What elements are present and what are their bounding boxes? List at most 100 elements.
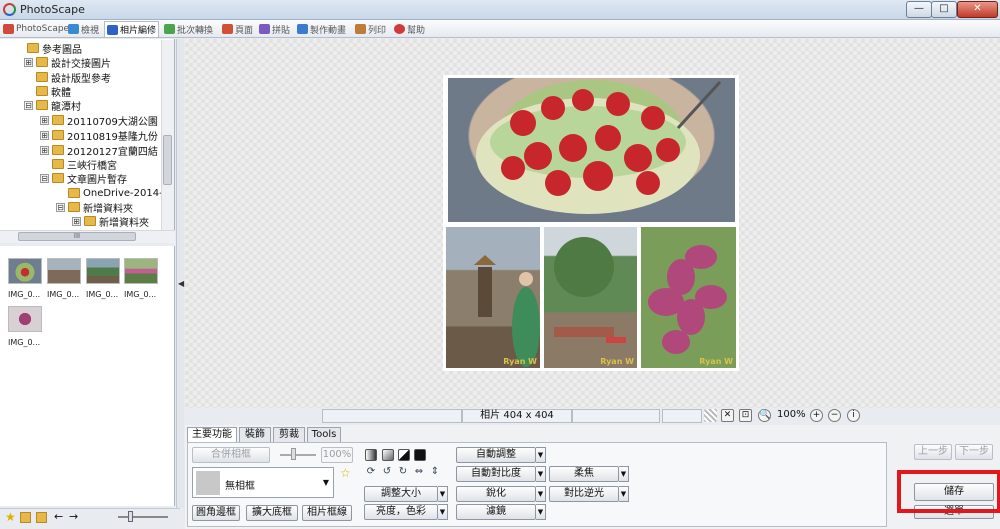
thumbnail-image[interactable] <box>86 258 120 284</box>
contrast-icon[interactable] <box>398 449 410 461</box>
maximize-button[interactable]: □ <box>931 1 957 18</box>
sharpen-dropdown[interactable]: ▼ <box>536 486 546 502</box>
tab-decoration[interactable]: 裝飾 <box>239 427 271 443</box>
tree-item[interactable]: 設計版型參考 <box>36 70 111 85</box>
forward-arrow-icon[interactable]: → <box>69 511 80 522</box>
tab-help[interactable]: 幫助 <box>392 21 427 37</box>
collapse-icon[interactable]: ⊟ <box>56 202 65 212</box>
enlarge-frame-button[interactable]: 擴大底框 <box>246 505 298 521</box>
flip-vertical-icon[interactable]: ⇕ <box>429 466 441 478</box>
panel-splitter[interactable]: ◀ <box>176 39 184 508</box>
tab-viewer[interactable]: 檢視 <box>66 21 101 37</box>
expand-icon[interactable]: ⊞ <box>40 115 49 125</box>
redo-button[interactable]: 下一步 <box>955 444 993 460</box>
rotate-icon[interactable]: ⟳ <box>365 466 377 478</box>
frame-select[interactable]: 無相框 ▼ <box>192 467 334 498</box>
folder-icon <box>36 86 48 96</box>
frame-percent-field[interactable]: 100% <box>321 447 353 463</box>
expand-icon[interactable]: ⊞ <box>40 145 49 155</box>
tree-item[interactable]: ⊟ 文章圖片暫存 <box>40 171 127 186</box>
tree-item[interactable]: ⊞ 20110819基隆九份 <box>40 128 158 143</box>
rotate-left-icon[interactable]: ↺ <box>381 466 393 478</box>
tab-combine[interactable]: 拼貼 <box>257 21 292 37</box>
tree-hscroll-thumb[interactable]: III <box>18 232 136 241</box>
slider-knob[interactable] <box>128 511 133 522</box>
backlight-button[interactable]: 對比逆光 <box>549 486 619 502</box>
expand-icon[interactable]: ⊞ <box>24 57 33 67</box>
tab-print[interactable]: 列印 <box>353 21 388 37</box>
transparency-icon[interactable] <box>704 409 717 422</box>
auto-contrast-dropdown[interactable]: ▼ <box>536 466 546 482</box>
filter-dropdown[interactable]: ▼ <box>536 504 546 520</box>
thumbnail-image[interactable] <box>8 258 42 284</box>
close-button[interactable]: ✕ <box>957 1 998 18</box>
flip-horizontal-icon[interactable]: ⇔ <box>413 466 425 478</box>
folder-tree[interactable]: 參考圖品 ⊞ 設計交接圖片 設計版型參考 軟體 ⊟ 龍潭村 ⊞ 20110709大湖公… <box>0 39 175 230</box>
brightness-color-button[interactable]: 亮度，色彩 <box>364 504 438 520</box>
favorite-star-icon[interactable]: ☆ <box>340 466 351 480</box>
tab-crop[interactable]: 剪裁 <box>273 427 305 443</box>
expand-icon[interactable]: ⊞ <box>72 216 81 226</box>
auto-adjust-dropdown[interactable]: ▼ <box>536 447 546 463</box>
zoom-out-icon[interactable]: − <box>828 409 841 422</box>
backlight-dropdown[interactable]: ▼ <box>619 486 629 502</box>
tab-editor[interactable]: 相片編修 <box>104 21 160 37</box>
folder-up-icon[interactable] <box>20 512 31 523</box>
tree-item[interactable]: 軟體 <box>36 84 71 99</box>
tab-page[interactable]: 頁面 <box>220 21 255 37</box>
tree-item[interactable]: ⊞ 設計交接圖片 <box>24 55 111 70</box>
tree-scroll-thumb[interactable] <box>163 135 172 185</box>
resize-button[interactable]: 調整大小 <box>364 486 438 502</box>
undo-button[interactable]: 上一步 <box>914 444 952 460</box>
photo-frame-line-button[interactable]: 相片框線 <box>302 505 352 521</box>
soft-focus-button[interactable]: 柔焦 <box>549 466 619 482</box>
photo-collage[interactable]: Ryan W Ryan W Ryan W <box>443 75 739 371</box>
collapse-icon[interactable]: ⊟ <box>40 173 49 183</box>
zoom-fit-icon[interactable]: 🔍 <box>758 409 771 422</box>
collapse-arrow-icon[interactable]: ◀ <box>178 279 184 288</box>
resize-dropdown[interactable]: ▼ <box>438 486 448 502</box>
filter-button[interactable]: 濾鏡 <box>456 504 536 520</box>
tab-batch[interactable]: 批次轉換 <box>162 21 215 37</box>
auto-contrast-button[interactable]: 自動對比度 <box>456 466 536 482</box>
tree-item[interactable]: ⊞ 20120127宜蘭四結 <box>40 143 158 158</box>
open-folder-icon[interactable] <box>36 512 47 523</box>
actual-size-icon[interactable]: ⊡ <box>739 409 752 422</box>
tree-item[interactable]: ⊟ 龍潭村 <box>24 98 81 113</box>
merge-frame-button[interactable]: 合併相框 <box>192 447 270 463</box>
tree-item[interactable]: 三峽行橋宮 <box>52 157 117 172</box>
round-frame-button[interactable]: 圓角邊框 <box>192 505 240 521</box>
thumbnail-image[interactable] <box>47 258 81 284</box>
star-icon[interactable]: ★ <box>5 511 16 523</box>
tree-item[interactable]: ⊟ 新增資料夾 <box>56 200 133 215</box>
thumbnail-image[interactable] <box>8 306 42 332</box>
rotate-right-icon[interactable]: ↻ <box>397 466 409 478</box>
thumbnail-image[interactable] <box>124 258 158 284</box>
auto-adjust-button[interactable]: 自動調整 <box>456 447 536 463</box>
collapse-icon[interactable]: ⊟ <box>24 100 33 110</box>
back-arrow-icon[interactable]: ← <box>54 511 65 522</box>
black-white-icon[interactable] <box>414 449 426 461</box>
frame-slider[interactable] <box>280 454 316 456</box>
tree-item[interactable]: ⊞ 20110709大湖公園 <box>40 113 158 128</box>
zoom-in-icon[interactable]: + <box>810 409 823 422</box>
soft-focus-dropdown[interactable]: ▼ <box>619 466 629 482</box>
sharpen-button[interactable]: 銳化 <box>456 486 536 502</box>
thumbnail-size-slider[interactable] <box>118 516 168 518</box>
tab-tools[interactable]: Tools <box>307 427 341 443</box>
darken-icon[interactable] <box>382 449 394 461</box>
minimize-button[interactable]: — <box>906 1 932 18</box>
fit-screen-icon[interactable]: ✕ <box>721 409 734 422</box>
brightness-dropdown[interactable]: ▼ <box>438 504 448 520</box>
tree-item[interactable]: ⊞ 新增資料夾 <box>72 214 149 229</box>
tab-photoscape[interactable]: PhotoScape <box>1 21 71 37</box>
auto-level-icon[interactable] <box>365 449 377 461</box>
tab-animation[interactable]: 製作動畫 <box>295 21 348 37</box>
tree-item[interactable]: OneDrive-2014- <box>68 186 163 200</box>
tab-main-function[interactable]: 主要功能 <box>187 427 237 443</box>
info-icon[interactable]: i <box>847 409 860 422</box>
tree-item[interactable]: 參考圖品 <box>27 41 82 56</box>
expand-icon[interactable]: ⊞ <box>40 130 49 140</box>
frame-slider-knob[interactable] <box>291 448 296 460</box>
thumbnail-list <box>0 246 175 506</box>
